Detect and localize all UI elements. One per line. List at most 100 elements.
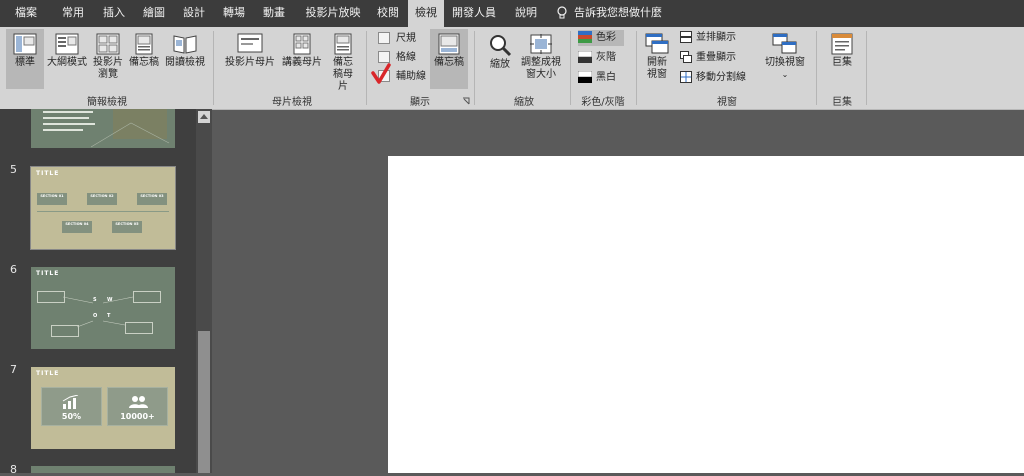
arrange-all-button[interactable]: 並排顯示 [680, 30, 736, 46]
color-button[interactable]: 色彩 [578, 30, 624, 46]
slide-number: 7 [10, 363, 17, 376]
move-split-button[interactable]: 移動分割線 [680, 70, 746, 86]
scroll-up-button[interactable] [198, 111, 210, 123]
zoom-group-label: 縮放 [514, 97, 534, 108]
swot-connectors [63, 296, 133, 328]
tab-view[interactable]: 檢視 [408, 0, 444, 27]
tab-slideshow[interactable]: 投影片放映 [296, 0, 370, 27]
new-window-button[interactable]: 開新視窗 [642, 29, 672, 89]
reading-view-label: 閱讀檢視 [165, 57, 205, 68]
slide-master-button[interactable]: 投影片母片 [222, 29, 278, 89]
black-white-swatch-icon [578, 71, 592, 83]
window-group-label: 視窗 [717, 97, 737, 108]
color-group-label: 彩色/灰階 [581, 97, 625, 108]
handout-master-button[interactable]: 講義母片 [280, 29, 324, 89]
lightbulb-icon [557, 6, 567, 19]
slide-number: 6 [10, 263, 17, 276]
tab-help[interactable]: 說明 [508, 0, 544, 27]
group-separator [636, 31, 637, 105]
outline-view-icon [55, 33, 79, 55]
outline-view-button[interactable]: 大綱模式 [46, 29, 88, 89]
slide-thumbnail-partial[interactable] [31, 109, 175, 148]
switch-windows-label: 切換視窗 [765, 57, 805, 68]
grayscale-button[interactable]: 灰階 [578, 50, 616, 66]
handout-master-label: 講義母片 [282, 57, 322, 68]
slide-title: TITLE [36, 270, 60, 277]
slide-title: TITLE [36, 170, 60, 177]
swot-letter: W [107, 297, 113, 303]
color-swatch-icon [578, 31, 592, 43]
cascade-icon [680, 51, 692, 63]
arrange-all-icon [680, 31, 692, 43]
fit-to-window-icon [530, 34, 552, 54]
tab-design[interactable]: 設計 [176, 0, 212, 27]
notes-master-button[interactable]: 備忘稿母片 [326, 29, 360, 92]
macros-group-label: 巨集 [832, 97, 852, 108]
bar-chart-icon [62, 395, 79, 409]
ribbon-tab-bar: 檔案 常用 插入 繪圖 設計 轉場 動畫 投影片放映 校閱 檢視 開發人員 說明… [0, 0, 1024, 27]
tab-file[interactable]: 檔案 [6, 0, 46, 27]
dialog-launcher-icon[interactable] [462, 97, 470, 105]
macros-label: 巨集 [832, 57, 852, 68]
notes-page-button[interactable]: 備忘稿 [127, 29, 161, 89]
slide-thumbnail-6[interactable]: TITLE S W O T [31, 267, 175, 349]
text-line [43, 111, 93, 113]
tab-home[interactable]: 常用 [52, 0, 94, 27]
slide-thumbnail-7[interactable]: TITLE 50% 10000+ [31, 367, 175, 449]
swot-box [133, 291, 161, 303]
cascade-label: 重疊顯示 [696, 52, 736, 63]
slide-master-icon [237, 33, 263, 53]
tell-me-search[interactable]: 告訴我您想做什麼 [556, 0, 662, 27]
normal-view-button[interactable]: 標準 [6, 29, 44, 89]
macros-icon [831, 33, 853, 55]
arrange-all-label: 並排顯示 [696, 32, 736, 43]
thumbnail-scrollbar[interactable] [196, 109, 212, 473]
color-label: 色彩 [596, 32, 616, 43]
notes-label: 備忘稿 [434, 57, 464, 68]
tab-animations[interactable]: 動畫 [256, 0, 292, 27]
notes-master-label: 備忘稿母片 [333, 57, 353, 92]
scroll-thumb[interactable] [198, 331, 210, 473]
timeline-line [37, 211, 169, 212]
swot-letter: O [93, 313, 98, 319]
presentation-views-group-label: 簡報檢視 [87, 97, 127, 108]
tab-transitions[interactable]: 轉場 [216, 0, 252, 27]
fit-to-window-button[interactable]: 調整成視窗大小 [518, 29, 564, 91]
stat-card: 10000+ [107, 387, 168, 426]
slide-thumbnail-5[interactable]: TITLE SECTION 01 SECTION 02 SECTION 03 S… [30, 166, 176, 250]
grayscale-label: 灰階 [596, 52, 616, 63]
tab-developer[interactable]: 開發人員 [448, 0, 500, 27]
slide-thumbnail-8[interactable] [31, 466, 175, 473]
tab-draw[interactable]: 繪圖 [136, 0, 172, 27]
ruler-checkbox-box [378, 32, 390, 44]
ruler-checkbox[interactable]: 尺規 [378, 31, 416, 47]
section-box: SECTION 02 [87, 193, 117, 205]
slide-number: 8 [10, 463, 17, 476]
normal-view-label: 標準 [15, 57, 35, 68]
ribbon-view: 標準 大綱模式 投影片瀏覽 備忘稿 閱讀檢視 簡報檢視 投影片母片 講義母片 備… [0, 27, 1024, 110]
reading-view-button[interactable]: 閱讀檢視 [162, 29, 208, 89]
stat-value: 10000+ [120, 412, 155, 421]
zoom-button[interactable]: 縮放 [482, 29, 518, 89]
black-white-button[interactable]: 黑白 [578, 70, 616, 86]
group-separator [213, 31, 214, 105]
tab-insert[interactable]: 插入 [96, 0, 132, 27]
slide-sorter-button[interactable]: 投影片瀏覽 [90, 29, 126, 91]
slide-thumbnail-panel[interactable]: 5 TITLE SECTION 01 SECTION 02 SECTION 03… [0, 109, 212, 476]
slide-master-label: 投影片母片 [225, 57, 275, 68]
show-group-label: 顯示 [410, 97, 430, 108]
cascade-button[interactable]: 重疊顯示 [680, 50, 736, 66]
slide-editing-canvas[interactable] [388, 156, 1024, 473]
outline-view-label: 大綱模式 [47, 57, 87, 68]
new-window-icon [645, 33, 669, 54]
group-separator [816, 31, 817, 105]
fit-to-window-label: 調整成視窗大小 [521, 57, 561, 80]
ruler-label: 尺規 [396, 33, 416, 44]
macros-button[interactable]: 巨集 [822, 29, 862, 89]
slide-number: 5 [10, 163, 17, 176]
group-separator [570, 31, 571, 105]
switch-windows-button[interactable]: 切換視窗 ⌄ [760, 29, 810, 89]
notes-button[interactable]: 備忘稿 [430, 29, 468, 89]
tell-me-label: 告訴我您想做什麼 [574, 6, 662, 19]
tab-review[interactable]: 校閱 [370, 0, 406, 27]
